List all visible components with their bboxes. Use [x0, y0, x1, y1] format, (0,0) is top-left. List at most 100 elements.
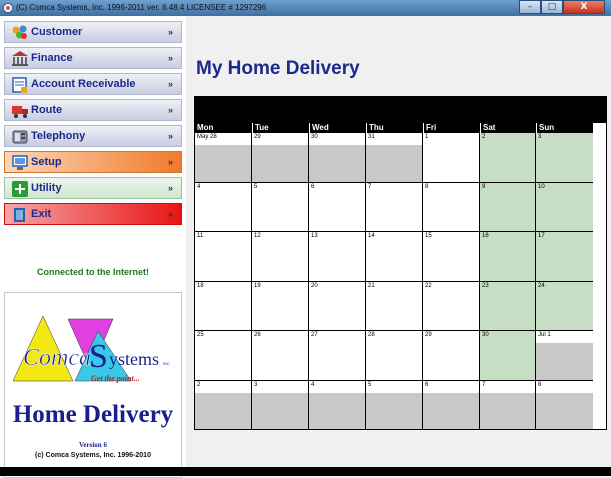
logo-tagline: Get the point...	[91, 374, 140, 383]
calendar-day-number: 20	[311, 282, 318, 289]
calendar-day-cell[interactable]: May 28	[195, 133, 252, 183]
product-name: Home Delivery	[12, 401, 174, 428]
calendar-day-number: 3	[538, 134, 542, 140]
logo-initial-s: S	[89, 338, 108, 375]
calendar-day-cell[interactable]: 4	[195, 182, 252, 232]
sidebar-item-label: Route	[31, 104, 63, 116]
calendar-day-cell[interactable]: 16	[480, 232, 536, 282]
calendar-day-cell[interactable]: 9	[480, 182, 536, 232]
calendar-day-number: 2	[482, 134, 486, 140]
calendar-day-cell[interactable]: 5	[366, 380, 423, 430]
minimize-button[interactable]: –	[519, 0, 541, 14]
calendar-day-cell[interactable]: 26	[252, 331, 309, 381]
sidebar-item-exit[interactable]: Exit »	[4, 203, 182, 225]
calendar-day-cell[interactable]: 30	[480, 331, 536, 381]
calendar-day-cell[interactable]: 17	[536, 232, 593, 282]
calendar-day-number: 16	[482, 233, 489, 239]
calendar-day-cell[interactable]: 1	[423, 133, 480, 183]
logo-suffix: INC	[163, 361, 170, 366]
calendar-day-number: 26	[254, 332, 261, 338]
calendar-day-cell[interactable]: 28	[366, 331, 423, 381]
other-month-shade	[480, 392, 535, 429]
main-content: My Home Delivery Mon Tue Wed Thu Fri Sat Sun Ma…	[186, 16, 611, 476]
calendar-day-cell[interactable]: 7	[480, 380, 536, 430]
window-title-bar[interactable]: (C) Comca Systems, Inc. 1996-2011 ver. 6…	[0, 0, 611, 16]
calendar-day-number: 5	[368, 381, 372, 388]
sidebar-item-telephony[interactable]: Telephony »	[4, 125, 182, 147]
sidebar-item-route[interactable]: Route »	[4, 99, 182, 121]
calendar-day-number: 29	[425, 332, 432, 338]
calendar-day-cell[interactable]: 29	[252, 133, 309, 183]
calendar-day-number: 30	[482, 332, 489, 338]
sidebar-item-finance[interactable]: Finance »	[4, 47, 182, 69]
calendar-day-cell[interactable]: 12	[252, 232, 309, 282]
calendar-day-number: 25	[197, 332, 204, 338]
calendar-day-cell[interactable]: 30	[309, 133, 366, 183]
sidebar-item-customer[interactable]: Customer »	[4, 21, 182, 43]
calendar-day-cell[interactable]: 8	[536, 380, 593, 430]
sidebar-item-label: Customer	[31, 26, 83, 38]
sidebar-item-setup[interactable]: Setup »	[4, 151, 182, 173]
calendar-day-cell[interactable]: 3	[536, 133, 593, 183]
calendar-day-cell[interactable]: 11	[195, 232, 252, 282]
truck-icon	[12, 106, 28, 118]
calendar-day-cell[interactable]: 6	[309, 182, 366, 232]
taskbar-strip	[0, 467, 611, 476]
other-month-shade	[195, 392, 251, 429]
sidebar-item-utility[interactable]: Utility »	[4, 177, 182, 199]
calendar-day-cell[interactable]: 7	[366, 182, 423, 232]
calendar-day-cell[interactable]: 2	[195, 380, 252, 430]
sidebar-item-label: Utility	[31, 182, 62, 194]
sidebar-item-label: Telephony	[31, 130, 86, 142]
calendar-day-number: 22	[425, 282, 432, 289]
calendar-day-number: 13	[311, 233, 318, 239]
calendar-weekday-header: Tue	[252, 123, 309, 133]
calendar-day-number: 4	[197, 183, 201, 190]
expand-chevron-icon: »	[167, 131, 173, 141]
calendar-day-cell[interactable]: 3	[252, 380, 309, 430]
calendar-day-cell[interactable]: 10	[536, 182, 593, 232]
calendar-day-cell[interactable]: 24	[536, 281, 593, 331]
calendar-day-number: 12	[254, 233, 261, 239]
logo-word-systems: ystems	[109, 349, 159, 369]
calendar-day-number: 28	[368, 332, 375, 338]
calendar-day-cell[interactable]: 21	[366, 281, 423, 331]
product-version: Version 6	[79, 441, 107, 449]
expand-chevron-icon: »	[167, 105, 173, 115]
calendar-weekday-header: Fri	[423, 123, 480, 133]
other-month-shade	[536, 343, 593, 380]
calendar-day-cell[interactable]: Jul 1	[536, 331, 593, 381]
calendar-day-cell[interactable]: 20	[309, 281, 366, 331]
door-icon	[14, 208, 25, 222]
calendar-day-cell[interactable]: 27	[309, 331, 366, 381]
other-month-shade	[309, 392, 365, 429]
calendar-day-cell[interactable]: 8	[423, 182, 480, 232]
calendar-day-cell[interactable]: 14	[366, 232, 423, 282]
calendar-day-cell[interactable]: 6	[423, 380, 480, 430]
calendar-day-cell[interactable]: 15	[423, 232, 480, 282]
close-button[interactable]: X	[563, 0, 605, 14]
sidebar-item-account-receivable[interactable]: Account Receivable »	[4, 73, 182, 95]
calendar-day-cell[interactable]: 2	[480, 133, 536, 183]
calendar-day-cell[interactable]: 19	[252, 281, 309, 331]
calendar-day-number: 6	[311, 183, 315, 190]
calendar-day-cell[interactable]: 4	[309, 380, 366, 430]
calendar-day-number: 8	[538, 381, 542, 388]
calendar-day-number: 1	[425, 134, 429, 140]
calendar-day-cell[interactable]: 31	[366, 133, 423, 183]
calendar-day-cell[interactable]: 23	[480, 281, 536, 331]
calendar-day-cell[interactable]: 13	[309, 232, 366, 282]
other-month-shade	[309, 145, 365, 182]
maximize-button[interactable]: □	[541, 0, 563, 14]
calendar-day-cell[interactable]: 18	[195, 281, 252, 331]
calendar-day-number: 27	[311, 332, 318, 338]
calendar-day-cell[interactable]: 25	[195, 331, 252, 381]
logo-word-comca: Comca	[23, 345, 91, 371]
expand-chevron-icon: »	[167, 79, 173, 89]
sidebar: Customer » Finance » Account Receivable …	[0, 16, 186, 478]
calendar-day-number: 29	[254, 134, 261, 140]
calendar-day-cell[interactable]: 29	[423, 331, 480, 381]
ledger-icon	[12, 77, 27, 93]
calendar-day-cell[interactable]: 5	[252, 182, 309, 232]
calendar-day-cell[interactable]: 22	[423, 281, 480, 331]
